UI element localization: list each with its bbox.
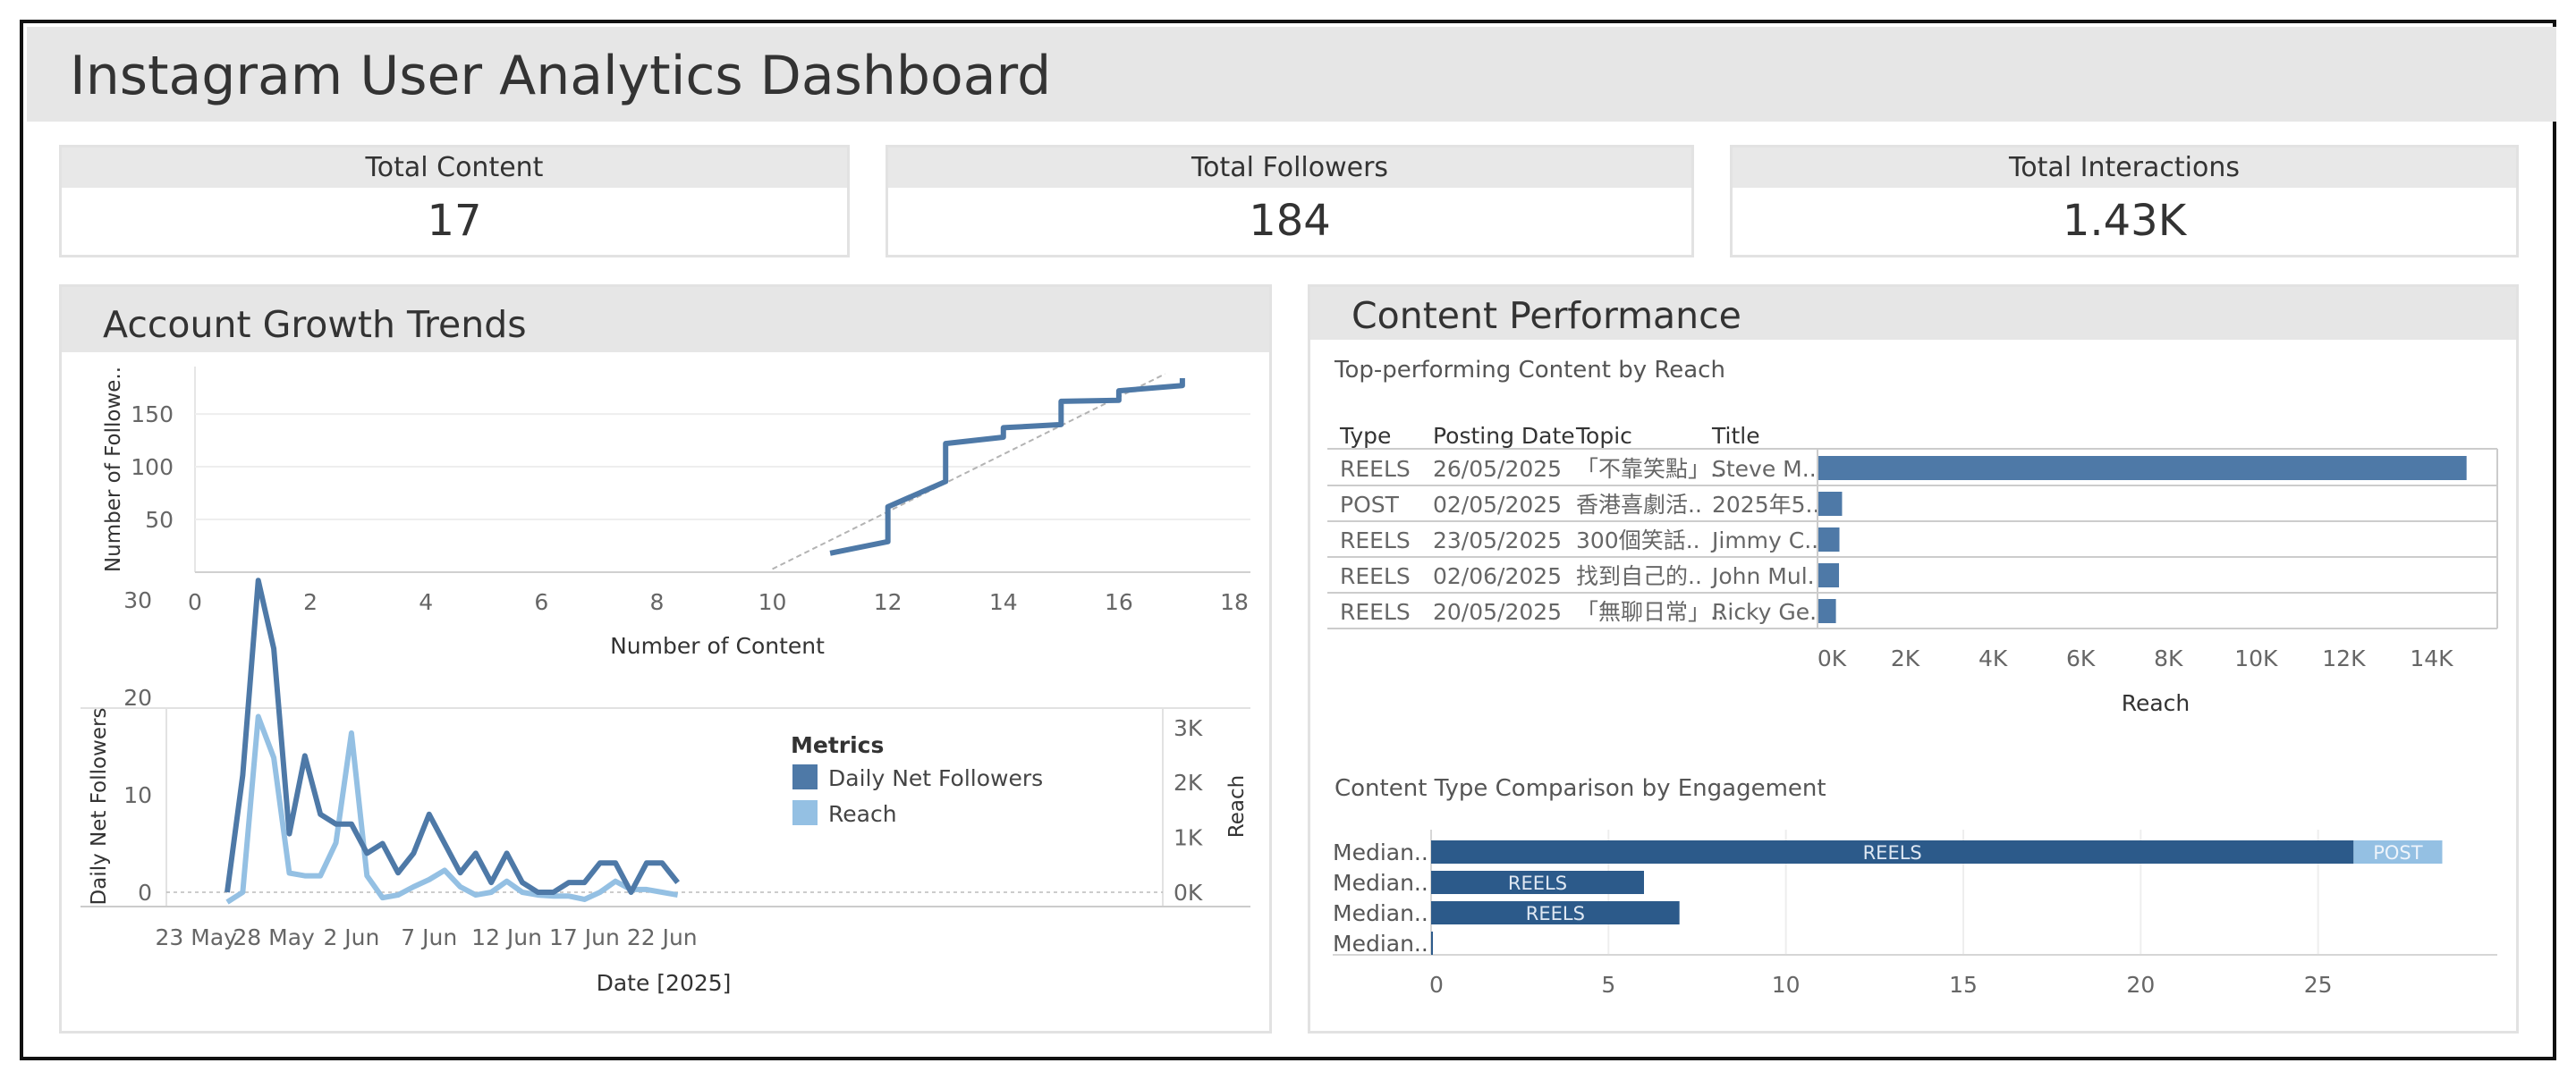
bar-label: REELS [1508,873,1567,894]
x-axis-label: Reach [2122,690,2190,716]
bar-label: POST [2373,842,2423,864]
y-tick-label: 100 [131,454,174,480]
x-axis-label: Date [2025] [597,970,732,996]
right-tick-label: 0K [1174,880,1203,906]
content-type-engagement-chart: Content Type Comparison by Engagement Med… [1333,775,2497,998]
x-tick-label: 4K [1979,645,2008,671]
cell-date: 26/05/2025 [1433,456,1562,482]
x-tick-label: 15 [1949,972,1978,998]
cell-type: REELS [1340,456,1411,482]
right-tick-label: 2K [1174,770,1203,796]
legend-swatch [792,800,818,825]
legend-swatch [792,764,818,789]
top-content-reach-chart: Top-performing Content by Reach Type Posti… [1327,357,2498,716]
category-label: Median.. [1333,931,1428,957]
right-tick-label: 3K [1174,715,1203,741]
right-axis-label: Reach [1225,775,1249,838]
followers-series-line [225,578,680,895]
x-tick-label: 28 May [233,924,315,950]
chart-title: Top-performing Content by Reach [1334,357,1725,384]
charts-layer: 501001500 2 4 6 8 10 12 14 16 18Number of Content… [80,357,2498,998]
x-axis-label: Number of Content [610,633,825,659]
x-tick-label: 12 [874,589,902,615]
bar-label: REELS [1526,903,1585,924]
column-header: Topic [1575,423,1632,449]
cell-topic: 香港喜劇活.. [1576,492,1702,518]
x-tick-label: 12K [2322,645,2366,671]
x-tick-label: 7 Jun [401,924,457,950]
y-tick-label: 50 [145,507,174,533]
x-tick-label: 2 [303,589,318,615]
followers-vs-content-chart: 50 100 150 0 2 4 6 8 10 12 14 16 18 Number of Content… [102,367,1250,659]
category-label: Median.. [1333,840,1428,865]
cell-type: REELS [1340,563,1411,589]
x-tick-label: 22 Jun [627,924,698,950]
x-tick-label: 2K [1891,645,1920,671]
right-tick-label: 1K [1174,825,1203,851]
legend-label: Daily Net Followers [828,765,1043,791]
x-tick-label: 18 [1220,589,1249,615]
x-tick-label: 17 Jun [549,924,620,950]
x-tick-label: 6 [534,589,548,615]
cell-date: 02/06/2025 [1433,563,1562,589]
left-tick-label: 10 [123,782,152,808]
x-tick-label: 5 [1601,972,1615,998]
legend-label: Reach [828,801,897,827]
cell-title: 2025年5.. [1712,492,1819,518]
left-tick-label: 30 [123,587,152,613]
cell-date: 23/05/2025 [1433,527,1562,553]
y-axis-label: Number of Followe.. [102,367,125,572]
x-tick-label: 8K [2154,645,2183,671]
cell-title: Jimmy C.. [1710,527,1818,553]
column-header: Posting Date [1433,423,1575,449]
reels-bar [1431,932,1433,955]
cell-type: POST [1340,492,1400,518]
reach-bar [1818,599,1836,623]
reach-bar [1818,563,1840,587]
x-tick-label: 16 [1105,589,1133,615]
x-tick-label: 23 May [156,924,238,950]
left-axis-label: Daily Net Followers [88,708,111,906]
x-tick-label: 10 [758,589,787,615]
x-tick-label: 0 [1429,972,1444,998]
cell-title: John Mul.. [1710,563,1822,589]
x-tick-label: 0 [188,589,202,615]
x-tick-label: 25 [2304,972,2333,998]
x-tick-label: 2 Jun [323,924,379,950]
left-tick-label: 0 [138,880,152,906]
bar-label: REELS [1863,842,1922,864]
cell-date: 02/05/2025 [1433,492,1562,518]
x-tick-label: 14 [989,589,1018,615]
x-tick-label: 10K [2234,645,2278,671]
column-header: Title [1711,423,1760,449]
x-tick-label: 0K [1818,645,1847,671]
x-tick-label: 20 [2126,972,2155,998]
reach-bar [1818,456,2467,480]
cell-topic: 「不靠笑點」.. [1576,456,1724,482]
cell-topic: 「無聊日常」.. [1576,599,1724,625]
x-tick-label: 6K [2066,645,2096,671]
cell-topic: 300個笑話.. [1576,527,1700,553]
x-tick-label: 14K [2410,645,2453,671]
category-label: Median.. [1333,870,1428,896]
cell-title: Ricky Ge.. [1712,599,1824,625]
x-tick-label: 12 Jun [471,924,542,950]
chart-title: Content Type Comparison by Engagement [1335,775,1826,802]
x-tick-label: 4 [419,589,433,615]
cell-topic: 找到自己的.. [1576,563,1702,589]
y-tick-label: 150 [131,401,174,427]
x-tick-label: 10 [1772,972,1801,998]
cell-title: Steve M.. [1712,456,1817,482]
followers-series-line [829,377,1185,556]
left-tick-label: 20 [123,685,152,711]
column-header: Type [1339,423,1391,449]
category-label: Median.. [1333,900,1428,926]
reach-bar [1818,527,1840,552]
cell-date: 20/05/2025 [1433,599,1562,625]
legend-title: Metrics [791,732,884,758]
reach-bar [1818,492,1843,516]
x-tick-label: 8 [649,589,664,615]
cell-type: REELS [1340,599,1411,625]
cell-type: REELS [1340,527,1411,553]
